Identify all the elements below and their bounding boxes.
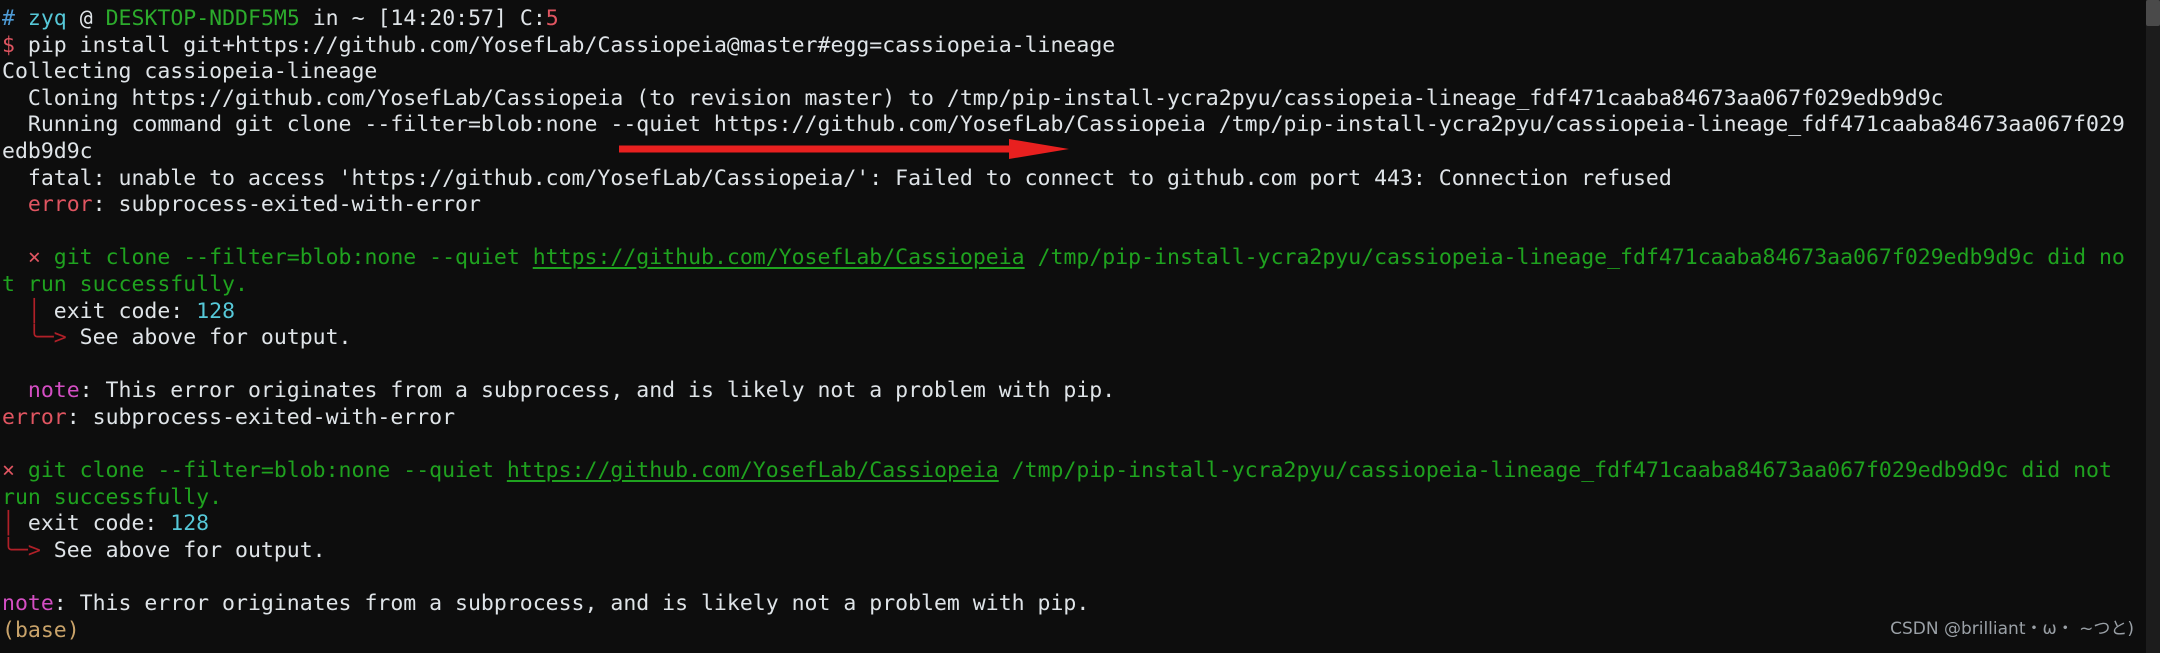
output-text: edb9d9c [2,138,93,164]
error-block-2-exit: │ exit code: 128 [2,511,2160,538]
prompt-cwd: ~ [351,6,365,31]
exit-code-value: 128 [196,298,236,324]
tree-bar-icon: │ [27,298,41,324]
prompt-exit-code: 5 [545,6,559,31]
command-prompt-symbol: $ [2,32,15,58]
error-cmd-post: /tmp/pip-install-ycra2pyu/cassiopeia-lin… [998,458,2112,484]
error-block-2-see: ╰─> See above for output. [2,538,2160,565]
terminal-window[interactable]: # zyq @ DESKTOP-NDDF5M5 in ~ [14:20:57] … [0,0,2160,653]
output-error-1: error: subprocess-exited-with-error [2,192,2160,219]
note-label: note [2,591,54,617]
tree-arrow-icon: ╰─> [2,537,41,563]
prompt-user: zyq [27,6,67,31]
note-2: note: This error originates from a subpr… [2,591,2160,618]
error-text: : subprocess-exited-with-error [66,404,456,430]
output-fatal: fatal: unable to access 'https://github.… [2,166,2160,193]
conda-env-label: (base) [2,617,80,643]
note-label: note [27,378,80,404]
prompt-symbol: # [2,6,15,31]
conda-env-line: (base) [2,618,2160,645]
error-text: : subprocess-exited-with-error [92,192,481,218]
note-text: : This error originates from a subproces… [79,378,1116,404]
error-block-1-line1: × git clone --filter=blob:none --quiet h… [2,245,2160,272]
exit-code-value: 128 [170,511,210,537]
output-text: Running command git clone --filter=blob:… [2,112,2125,138]
output-collecting: Collecting cassiopeia-lineage [2,59,2160,86]
output-text: fatal: unable to access 'https://github.… [2,165,1672,191]
exit-code-label: exit code: [40,298,197,324]
see-above-text: See above for output. [66,325,352,351]
error-cmd-url[interactable]: https://github.com/YosefLab/Cassiopeia [533,245,1025,270]
error-cmd-pre: git clone --filter=blob:none --quiet [14,458,507,484]
see-above-text: See above for output. [40,537,326,563]
error-2: error: subprocess-exited-with-error [2,405,2160,432]
prompt-host: DESKTOP-NDDF5M5 [105,6,300,31]
error-block-2-line1-wrap: run successfully. [2,485,2160,512]
error-cross-icon: × [2,458,15,484]
prompt-exit-label: C: [519,6,546,31]
prompt-line: # zyq @ DESKTOP-NDDF5M5 in ~ [14:20:57] … [2,6,2160,33]
scrollbar-thumb[interactable] [2146,0,2160,26]
error-block-1-line1-wrap: t run successfully. [2,272,2160,299]
command-line[interactable]: $ pip install git+https://github.com/Yos… [2,33,2160,60]
error-block-1-see: ╰─> See above for output. [2,325,2160,352]
error-label: error [27,192,93,218]
output-cloning: Cloning https://github.com/YosefLab/Cass… [2,86,2160,113]
error-block-2-line1: × git clone --filter=blob:none --quiet h… [2,458,2160,485]
output-text: Collecting cassiopeia-lineage [2,59,378,85]
note-1: note: This error originates from a subpr… [2,378,2160,405]
watermark: CSDN @brilliant・ω・ ~つと) [1890,619,2134,639]
prompt-at: @ [79,6,93,31]
error-cmd-wrap: t run successfully. [2,271,248,297]
output-text: Cloning https://github.com/YosefLab/Cass… [2,85,1944,111]
exit-code-label: exit code: [14,511,171,537]
tree-bar-icon: │ [2,511,15,537]
prompt-time: [14:20:57] [377,6,507,31]
note-text: : This error originates from a subproces… [53,591,1090,617]
output-running-command: Running command git clone --filter=blob:… [2,112,2160,139]
error-cmd-post: /tmp/pip-install-ycra2pyu/cassiopeia-lin… [1024,245,2125,271]
command-text: pip install git+https://github.com/Yosef… [27,32,1116,58]
error-block-1-exit: │ exit code: 128 [2,299,2160,326]
scrollbar-track[interactable] [2146,0,2160,653]
output-cloning-wrap: edb9d9c [2,139,2160,166]
error-label: error [2,404,67,430]
prompt-in: in [312,6,339,31]
error-cross-icon: × [27,245,41,271]
error-cmd-url[interactable]: https://github.com/YosefLab/Cassiopeia [507,458,999,483]
error-cmd-pre: git clone --filter=blob:none --quiet [40,245,533,271]
tree-arrow-icon: ╰─> [27,325,67,351]
error-cmd-wrap: run successfully. [2,484,223,510]
